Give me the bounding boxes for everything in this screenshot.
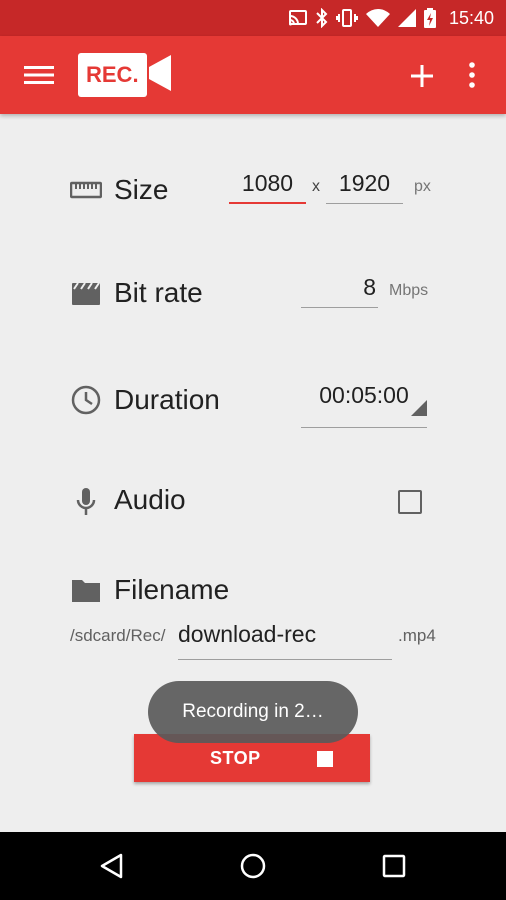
ruler-icon [69,174,103,206]
stop-icon [317,751,333,767]
bluetooth-icon [316,8,328,28]
clock-icon [70,384,102,416]
vibrate-icon [336,8,358,28]
audio-checkbox[interactable] [398,490,422,514]
filename-input[interactable]: download-rec [178,614,392,660]
toast-message: Recording in 2… [148,681,358,743]
cast-icon [288,9,308,27]
status-time: 15:40 [448,8,494,28]
back-icon[interactable] [98,852,126,880]
app-bar: REC. [0,36,506,114]
wifi-icon [366,9,390,27]
recent-apps-icon[interactable] [380,852,408,880]
battery-charging-icon [424,8,436,28]
logo-text: REC. [78,53,147,97]
duration-value: 00:05:00 [319,382,409,408]
stop-button-label: STOP [210,748,261,768]
app-logo: REC. [78,53,171,97]
filename-label: Filename [114,574,230,605]
bitrate-unit: Mbps [389,282,429,299]
dropdown-triangle-icon [411,389,427,427]
path-prefix: /sdcard/Rec/ [70,626,166,645]
clapperboard-icon [70,277,102,309]
microphone-icon [70,486,102,518]
bitrate-input[interactable]: 8 [301,270,378,308]
width-input[interactable]: 1080 [229,166,306,204]
navigation-bar [0,832,506,900]
bitrate-label: Bit rate [114,277,203,308]
home-icon[interactable] [239,852,267,880]
audio-label: Audio [114,484,186,515]
status-bar: 15:40 [0,0,506,36]
size-separator: x [312,178,320,195]
more-vert-icon[interactable] [462,60,482,90]
menu-icon[interactable] [24,62,54,88]
status-icons [288,8,436,28]
camera-icon [147,53,171,98]
file-extension: .mp4 [398,626,436,645]
duration-label: Duration [114,384,220,415]
height-input[interactable]: 1920 [326,166,403,204]
add-icon[interactable] [408,62,436,90]
signal-icon [398,9,416,27]
duration-select[interactable]: 00:05:00 [301,376,427,428]
size-unit: px [414,178,431,195]
folder-icon [70,574,102,606]
settings-content: Size 1080 x 1920 px Bit rate 8 Mbps Dura… [0,114,506,832]
size-label: Size [114,174,169,205]
